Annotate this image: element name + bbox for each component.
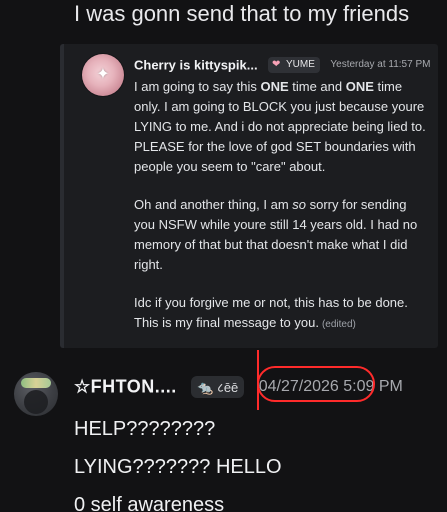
quoted-text: I am going to say this: [134, 79, 261, 94]
avatar-figure-icon: [24, 390, 48, 414]
reply-line: HELP????????: [74, 418, 216, 440]
quoted-paragraph: Oh and another thing, I am so sorry for …: [134, 195, 426, 275]
quoted-paragraph: I am going to say this ONE time and ONE …: [134, 77, 426, 177]
top-message-text: I was gonn send that to my friends: [74, 1, 410, 26]
quoted-text: time and: [288, 79, 346, 94]
quoted-user-avatar[interactable]: ✦: [82, 54, 124, 96]
quoted-paragraph: Idc if you forgive me or not, this has t…: [134, 293, 426, 335]
quoted-text: Idc if you forgive me or not, this has t…: [134, 295, 408, 330]
edited-label: (edited): [321, 319, 356, 330]
annotation-line: [257, 350, 259, 410]
reply-message: ☆FHTON.... 🐀 ८ēē 04/27/2026 5:09 PM HELP…: [0, 362, 447, 512]
quoted-text-italic: so: [292, 197, 307, 212]
quoted-text-bold: ONE: [260, 79, 289, 94]
sparkle-icon: ✦: [96, 66, 110, 83]
quoted-text-bold: ONE: [345, 79, 374, 94]
quoted-timestamp: Yesterday at 11:57 PM: [330, 59, 431, 71]
reply-message-header: ☆FHTON.... 🐀 ८ēē 04/27/2026 5:09 PM: [74, 376, 446, 402]
quoted-username[interactable]: Cherry is kittyspik...: [134, 57, 258, 72]
flower-crown-icon: [21, 378, 51, 388]
reply-line: LYING??????? HELLO: [74, 456, 282, 478]
quoted-message-header: Cherry is kittyspik... ❤ YUME Yesterday …: [134, 56, 430, 74]
reply-timestamp: 04/27/2026 5:09 PM: [258, 378, 403, 395]
quoted-message-body: I am going to say this ONE time and ONE …: [134, 77, 426, 353]
user-badge: 🐀 ८ēē: [191, 376, 245, 398]
role-tag: ❤ YUME: [268, 56, 320, 73]
reply-message-body: HELP???????? LYING??????? HELLO 0 self a…: [74, 410, 446, 512]
reply-user-avatar[interactable]: [14, 372, 58, 416]
chat-screen: I was gonn send that to my friends ✦ Che…: [0, 0, 447, 512]
reply-line: 0 self awareness: [74, 494, 225, 512]
quoted-text: Oh and another thing, I am: [134, 197, 293, 212]
role-tag-label: YUME: [286, 58, 315, 70]
heart-icon: ❤: [272, 58, 281, 70]
reply-username[interactable]: ☆FHTON....: [74, 377, 177, 397]
